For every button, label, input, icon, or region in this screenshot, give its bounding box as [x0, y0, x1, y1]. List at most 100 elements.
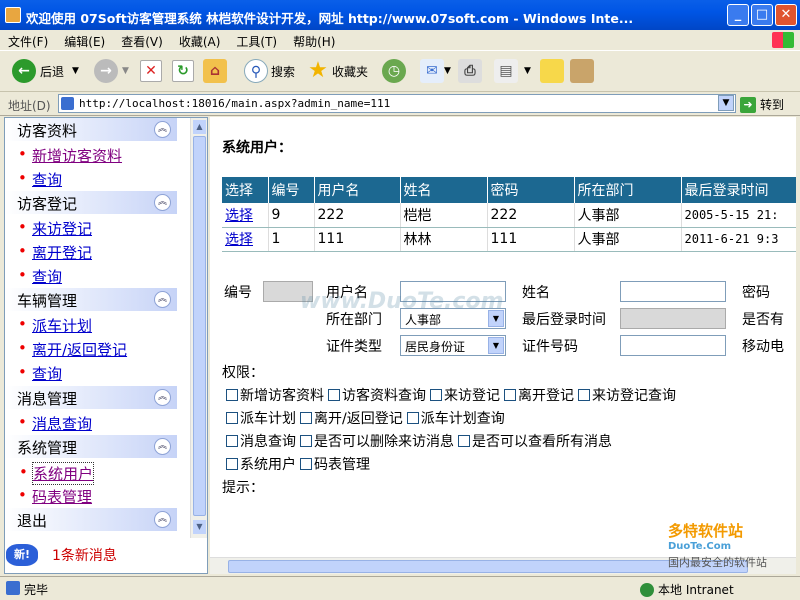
- collapse-chevron-icon[interactable]: ︽: [154, 511, 171, 528]
- menu-help[interactable]: 帮助(H): [285, 30, 343, 50]
- group-exit[interactable]: 退出 ︽: [5, 508, 177, 531]
- idtype-select[interactable]: 居民身份证 ▼: [400, 335, 506, 356]
- select-link[interactable]: 选择: [222, 227, 269, 252]
- history-button[interactable]: ◷: [382, 57, 406, 85]
- back-dropdown-icon[interactable]: ▼: [72, 66, 79, 76]
- forward-button[interactable]: → ▼: [94, 57, 129, 85]
- perm-label: 离开登记: [518, 388, 574, 404]
- collapse-chevron-icon[interactable]: ︽: [154, 291, 171, 308]
- sidebar-scrollbar[interactable]: ▲ ▼: [190, 118, 207, 538]
- sidebar-item-visitor-query[interactable]: 查询: [18, 169, 62, 190]
- idno-field[interactable]: [620, 335, 726, 356]
- name-field[interactable]: [620, 281, 726, 302]
- checkbox[interactable]: [300, 435, 312, 447]
- messenger-button[interactable]: [570, 57, 594, 85]
- scroll-down-icon[interactable]: ▼: [193, 520, 206, 534]
- menu-favorites[interactable]: 收藏(A): [171, 30, 229, 50]
- logo-sub: DuoTe.Com: [668, 541, 731, 552]
- edit-button[interactable]: ▤ ▼: [494, 57, 531, 85]
- checkbox[interactable]: [504, 389, 516, 401]
- perm-add-visitor[interactable]: 新增访客资料: [226, 385, 324, 405]
- scroll-up-icon[interactable]: ▲: [193, 120, 206, 134]
- perm-label: 来访登记: [444, 388, 500, 404]
- collapse-chevron-icon[interactable]: ︽: [154, 121, 171, 138]
- perm-dispatch-query[interactable]: 派车计划查询: [406, 408, 505, 428]
- group-vehicle[interactable]: 车辆管理 ︽: [5, 288, 177, 311]
- sidebar-item-system-users[interactable]: 系统用户: [19, 462, 95, 485]
- checkbox[interactable]: [300, 458, 312, 470]
- menu-file[interactable]: 文件(F): [0, 30, 56, 50]
- checkbox[interactable]: [226, 412, 238, 424]
- checkbox[interactable]: [578, 389, 590, 401]
- address-input[interactable]: http://localhost:18016/main.aspx?admin_n…: [58, 94, 736, 113]
- collapse-chevron-icon[interactable]: ︽: [154, 438, 171, 455]
- checkbox[interactable]: [226, 435, 238, 447]
- close-button[interactable]: ✕: [775, 4, 797, 26]
- checkbox[interactable]: [226, 458, 238, 470]
- menu-edit[interactable]: 编辑(E): [56, 30, 113, 50]
- checkbox[interactable]: [226, 389, 238, 401]
- scroll-thumb[interactable]: [193, 136, 206, 516]
- favorites-button[interactable]: ★ 收藏夹: [306, 57, 368, 85]
- select-link[interactable]: 选择: [222, 203, 269, 228]
- refresh-button[interactable]: ↻: [172, 57, 194, 85]
- perm-dispatch-plan[interactable]: 派车计划: [226, 408, 296, 428]
- checkbox[interactable]: [406, 412, 419, 424]
- minimize-button[interactable]: _: [727, 4, 749, 26]
- sidebar-item-vehicle-query[interactable]: 查询: [18, 363, 62, 384]
- menu-tools[interactable]: 工具(T): [228, 30, 285, 50]
- checkbox[interactable]: [328, 389, 340, 401]
- go-button[interactable]: ➜ 转到: [740, 96, 784, 113]
- menu-view[interactable]: 查看(V): [113, 30, 171, 50]
- cell-name: 林林: [400, 227, 488, 252]
- sidebar-item-leave-return[interactable]: 离开/返回登记: [18, 339, 127, 360]
- dropdown-arrow-icon[interactable]: ▼: [488, 337, 504, 354]
- sidebar-item-arrival-register[interactable]: 来访登记: [18, 218, 92, 239]
- menu-bar: 文件(F) 编辑(E) 查看(V) 收藏(A) 工具(T) 帮助(H): [0, 30, 800, 50]
- forward-dropdown-icon[interactable]: ▼: [122, 66, 129, 76]
- home-button[interactable]: ⌂: [203, 57, 227, 85]
- perm-leave-return[interactable]: 离开/返回登记: [300, 408, 403, 428]
- new-message-notice[interactable]: 新! 1条新消息: [6, 544, 117, 566]
- print-button[interactable]: ⎙: [458, 57, 482, 85]
- new-message-text[interactable]: 1条新消息: [52, 545, 117, 565]
- group-system[interactable]: 系统管理 ︽: [5, 435, 177, 458]
- collapse-chevron-icon[interactable]: ︽: [154, 194, 171, 211]
- perm-departure-register[interactable]: 离开登记: [504, 385, 574, 405]
- sidebar-item-message-query[interactable]: 消息查询: [18, 413, 92, 434]
- col-header: 所在部门: [574, 177, 682, 203]
- discuss-button[interactable]: [540, 57, 564, 85]
- perm-message-query[interactable]: 消息查询: [226, 431, 296, 451]
- sidebar-item-register-query[interactable]: 查询: [18, 266, 62, 287]
- perm-code-table[interactable]: 码表管理: [300, 454, 370, 474]
- group-messages[interactable]: 消息管理 ︽: [5, 386, 177, 409]
- checkbox[interactable]: [430, 389, 442, 401]
- stop-button[interactable]: ✕: [140, 57, 162, 85]
- sidebar-item-departure-register[interactable]: 离开登记: [18, 242, 92, 263]
- col-header: 姓名: [400, 177, 488, 203]
- last-login-field[interactable]: [620, 308, 726, 329]
- group-visitor-info[interactable]: 访客资料 ︽: [5, 118, 177, 141]
- group-visit-register[interactable]: 访客登记 ︽: [5, 191, 177, 214]
- collapse-chevron-icon[interactable]: ︽: [154, 389, 171, 406]
- cell-password: 222: [487, 203, 575, 228]
- checkbox[interactable]: [300, 412, 312, 424]
- perm-arrival-query[interactable]: 来访登记查询: [578, 385, 676, 405]
- search-button[interactable]: ⚲ 搜索: [244, 57, 295, 85]
- mail-button[interactable]: ✉ ▼: [420, 57, 451, 85]
- perm-visitor-query[interactable]: 访客资料查询: [328, 385, 426, 405]
- perm-view-all-messages[interactable]: 是否可以查看所有消息: [458, 431, 612, 451]
- maximize-button[interactable]: □: [751, 4, 773, 26]
- perm-delete-messages[interactable]: 是否可以删除来访消息: [300, 431, 454, 451]
- perm-arrival-register[interactable]: 来访登记: [430, 385, 500, 405]
- address-dropdown-icon[interactable]: ▼: [718, 95, 734, 111]
- edit-dropdown-icon[interactable]: ▼: [524, 66, 531, 76]
- perm-system-users[interactable]: 系统用户: [226, 454, 296, 474]
- checkbox[interactable]: [458, 435, 470, 447]
- sidebar-item-add-visitor[interactable]: 新增访客资料: [18, 145, 122, 166]
- cell-password: 111: [487, 227, 575, 252]
- sidebar-item-code-table[interactable]: 码表管理: [18, 486, 92, 507]
- mail-dropdown-icon[interactable]: ▼: [444, 66, 451, 76]
- sidebar-item-dispatch-plan[interactable]: 派车计划: [18, 315, 92, 336]
- back-button[interactable]: ← 后退 ▼: [12, 57, 79, 85]
